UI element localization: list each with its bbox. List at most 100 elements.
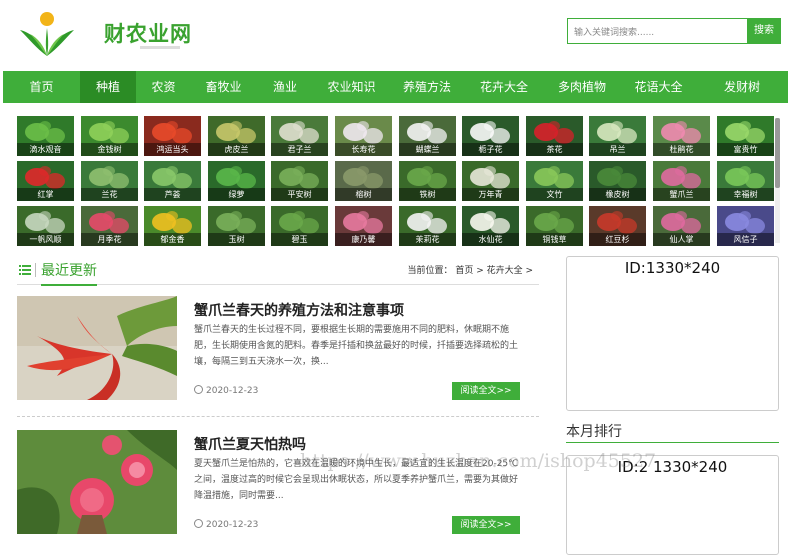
plant-label: 杜鹃花	[653, 143, 710, 156]
ad-banner[interactable]: ID:1330*240	[566, 256, 779, 411]
nav-item[interactable]: 畜牧业	[191, 71, 256, 103]
plant-label: 长寿花	[335, 143, 392, 156]
plant-label: 平安树	[271, 188, 328, 201]
plant-tile[interactable]: 郁金香	[144, 206, 201, 246]
watermark: https://www.huzhan.com/ishop45527	[300, 450, 657, 472]
plant-label: 一帆风顺	[17, 233, 74, 246]
nav-item[interactable]: 花语大全	[621, 71, 696, 103]
plant-tile[interactable]: 文竹	[526, 161, 583, 201]
plant-label: 铁树	[399, 188, 456, 201]
plant-tile[interactable]: 虎皮兰	[208, 116, 265, 156]
plant-tile[interactable]: 幸福树	[717, 161, 774, 201]
plant-label: 红掌	[17, 188, 74, 201]
plant-label: 吊兰	[589, 143, 646, 156]
plant-tile[interactable]: 风信子	[717, 206, 774, 246]
article-thumbnail[interactable]	[17, 296, 177, 400]
plant-label: 金钱树	[81, 143, 138, 156]
plant-tile[interactable]: 滴水观音	[17, 116, 74, 156]
recent-updates-header: 最近更新 当前位置： 首页 > 花卉大全 >	[17, 259, 539, 286]
read-more-button[interactable]: 阅读全文>>	[452, 516, 520, 534]
nav-item[interactable]: 种植	[80, 71, 136, 103]
list-icon	[19, 265, 31, 275]
plant-tile[interactable]: 兰花	[81, 161, 138, 201]
plant-tile[interactable]: 万年青	[462, 161, 519, 201]
plant-tile[interactable]: 一帆风顺	[17, 206, 74, 246]
section-title: 最近更新	[41, 260, 97, 286]
plant-tile[interactable]: 月季花	[81, 206, 138, 246]
plant-tile[interactable]: 铁树	[399, 161, 456, 201]
plant-tile[interactable]: 玉树	[208, 206, 265, 246]
plant-label: 康乃馨	[335, 233, 392, 246]
monthly-ranking-header: 本月排行	[566, 419, 779, 443]
plant-label: 幸福树	[717, 188, 774, 201]
clock-icon	[194, 519, 203, 528]
plant-tile[interactable]: 长寿花	[335, 116, 392, 156]
heading-separator	[35, 263, 36, 277]
plant-label: 玉树	[208, 233, 265, 246]
plant-tile[interactable]: 橡皮树	[589, 161, 646, 201]
plant-tile[interactable]: 栀子花	[462, 116, 519, 156]
plant-label: 郁金香	[144, 233, 201, 246]
plant-tile[interactable]: 水仙花	[462, 206, 519, 246]
plant-tile[interactable]: 君子兰	[271, 116, 328, 156]
clock-icon	[194, 385, 203, 394]
plant-tile[interactable]: 鸿运当头	[144, 116, 201, 156]
plant-tile[interactable]: 仙人掌	[653, 206, 710, 246]
plant-tile[interactable]: 芦荟	[144, 161, 201, 201]
article-title[interactable]: 蟹爪兰春天的养殖方法和注意事项	[194, 300, 404, 320]
search-button[interactable]: 搜索	[747, 18, 781, 44]
plant-tile[interactable]: 康乃馨	[335, 206, 392, 246]
plant-tile[interactable]: 吊兰	[589, 116, 646, 156]
plant-tile[interactable]: 富贵竹	[717, 116, 774, 156]
plant-tile[interactable]: 杜鹃花	[653, 116, 710, 156]
article-item: 蟹爪兰夏天怕热吗 夏天蟹爪兰是怕热的，它喜欢在温暖的环境中生长，最适宜的生长温度…	[17, 430, 539, 540]
nav-item[interactable]: 首页	[3, 71, 80, 103]
article-divider	[17, 416, 539, 417]
plant-label: 栀子花	[462, 143, 519, 156]
plant-tile[interactable]: 红豆杉	[589, 206, 646, 246]
plant-label: 芦荟	[144, 188, 201, 201]
plant-label: 碧玉	[271, 233, 328, 246]
plant-label: 鸿运当头	[144, 143, 201, 156]
read-more-button[interactable]: 阅读全文>>	[452, 382, 520, 400]
nav-item[interactable]: 多肉植物	[543, 71, 621, 103]
plant-tile[interactable]: 平安树	[271, 161, 328, 201]
article-summary: 蟹爪兰春天的生长过程不同，要根据生长期的需要施用不同的肥料，休眠期不施肥，生长期…	[194, 325, 519, 367]
search-input[interactable]: 输入关键词搜索......	[567, 18, 747, 44]
nav-item[interactable]: 农业知识	[314, 71, 389, 103]
logo-text[interactable]: 财农业网	[104, 18, 192, 48]
article-thumbnail[interactable]	[17, 430, 177, 534]
article-item: 蟹爪兰春天的养殖方法和注意事项 蟹爪兰春天的生长过程不同，要根据生长期的需要施用…	[17, 296, 539, 406]
nav-item[interactable]: 花卉大全	[465, 71, 543, 103]
plant-label: 滴水观音	[17, 143, 74, 156]
plant-tile[interactable]: 红掌	[17, 161, 74, 201]
logo-subtitle	[140, 46, 180, 49]
nav-item[interactable]: 养殖方法	[389, 71, 465, 103]
nav-item[interactable]: 渔业	[256, 71, 314, 103]
plant-tile[interactable]: 蟹爪兰	[653, 161, 710, 201]
article-title[interactable]: 蟹爪兰夏天怕热吗	[194, 434, 306, 454]
plant-tile[interactable]: 碧玉	[271, 206, 328, 246]
plant-label: 仙人掌	[653, 233, 710, 246]
grid-scrollbar[interactable]	[775, 118, 780, 243]
plant-label: 蝴蝶兰	[399, 143, 456, 156]
plant-tile[interactable]: 茉莉花	[399, 206, 456, 246]
plant-label: 水仙花	[462, 233, 519, 246]
plant-tile[interactable]: 绿萝	[208, 161, 265, 201]
plant-tile[interactable]: 蝴蝶兰	[399, 116, 456, 156]
plant-tile[interactable]: 铜钱草	[526, 206, 583, 246]
ad-banner-text: ID:1330*240	[624, 259, 721, 277]
article-date-text: 2020-12-23	[206, 520, 259, 530]
plant-tile[interactable]: 茶花	[526, 116, 583, 156]
breadcrumb[interactable]: 当前位置： 首页 > 花卉大全 >	[407, 263, 533, 276]
plant-tile[interactable]: 金钱树	[81, 116, 138, 156]
header: 财农业网 输入关键词搜索...... 搜索	[0, 0, 791, 70]
nav-item[interactable]: 发财树	[696, 71, 788, 103]
plant-label: 月季花	[81, 233, 138, 246]
plant-tile[interactable]: 榕树	[335, 161, 392, 201]
nav-item[interactable]: 农资	[136, 71, 191, 103]
article-date: 2020-12-23	[194, 385, 258, 396]
logo-icon[interactable]	[18, 10, 76, 58]
plant-label: 风信子	[717, 233, 774, 246]
scrollbar-thumb[interactable]	[775, 118, 780, 188]
